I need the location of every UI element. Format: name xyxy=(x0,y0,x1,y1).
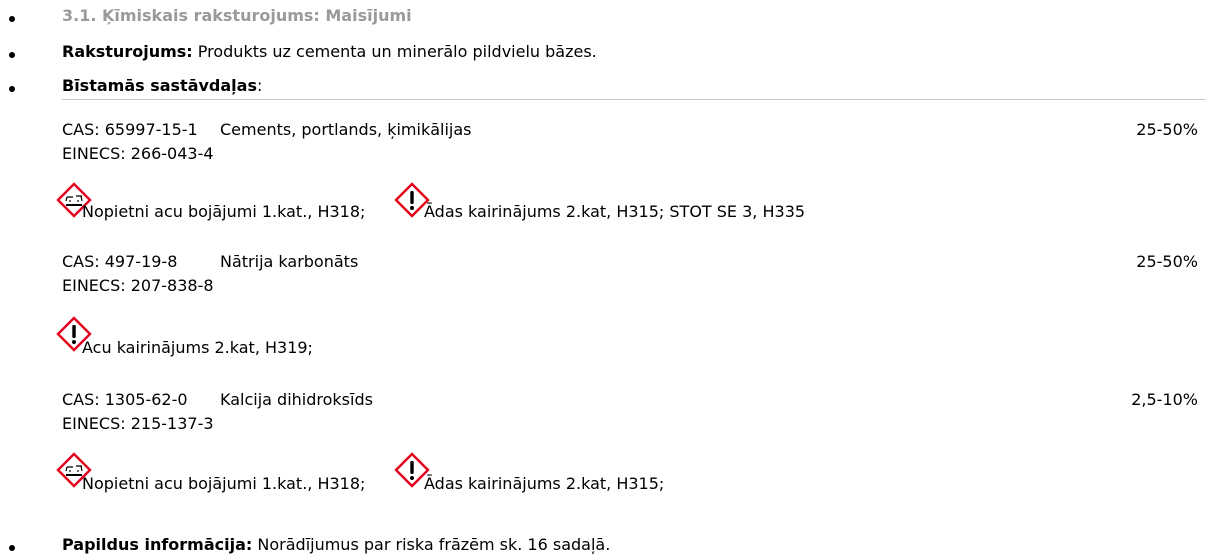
component-cas: CAS: 1305-62-0 xyxy=(62,390,188,409)
component-einecs: EINECS: 207-838-8 xyxy=(62,276,214,295)
hazard-class-text: Acu kairinājums 2.kat, H319; xyxy=(82,338,313,357)
hazardous-label: Bīstamās sastāvdaļas xyxy=(62,76,257,95)
hazardous-line: Bīstamās sastāvdaļas: xyxy=(62,76,262,96)
component-name: Nātrija karbonāts xyxy=(220,252,359,271)
bullet xyxy=(9,16,15,22)
characterisation-line: Raksturojums: Produkts uz cementa un min… xyxy=(62,42,597,62)
additional-info-label: Papildus informācija: xyxy=(62,535,253,554)
component-cas: CAS: 497-19-8 xyxy=(62,252,178,271)
divider xyxy=(62,99,1206,100)
characterisation-text: Produkts uz cementa un minerālo pildviel… xyxy=(197,42,597,61)
bullet xyxy=(9,86,15,92)
hazard-class-text: Nopietni acu bojājumi 1.kat., H318; xyxy=(82,202,366,221)
component-name: Kalcija dihidroksīds xyxy=(220,390,373,409)
bullet xyxy=(9,52,15,58)
bullet xyxy=(9,545,15,551)
hazard-class-text: Nopietni acu bojājumi 1.kat., H318; xyxy=(82,474,366,493)
additional-info-line: Papildus informācija: Norādījumus par ri… xyxy=(62,535,610,555)
component-name: Cements, portlands, ķimikālijas xyxy=(220,120,472,139)
component-percent: 25-50% xyxy=(1136,252,1198,271)
section-heading: 3.1. Ķīmiskais raksturojums: Maisījumi xyxy=(62,6,412,25)
component-einecs: EINECS: 215-137-3 xyxy=(62,414,214,433)
component-cas: CAS: 65997-15-1 xyxy=(62,120,198,139)
component-percent: 25-50% xyxy=(1136,120,1198,139)
hazard-class-text: Ādas kairinājums 2.kat, H315; xyxy=(424,474,665,493)
hazard-class-text: Ādas kairinājums 2.kat, H315; STOT SE 3,… xyxy=(424,202,806,221)
additional-info-text: Norādījumus par riska frāzēm sk. 16 sada… xyxy=(257,535,611,554)
component-einecs: EINECS: 266-043-4 xyxy=(62,144,214,163)
hazardous-colon: : xyxy=(256,76,263,95)
characterisation-label: Raksturojums: xyxy=(62,42,193,61)
component-percent: 2,5-10% xyxy=(1131,390,1198,409)
